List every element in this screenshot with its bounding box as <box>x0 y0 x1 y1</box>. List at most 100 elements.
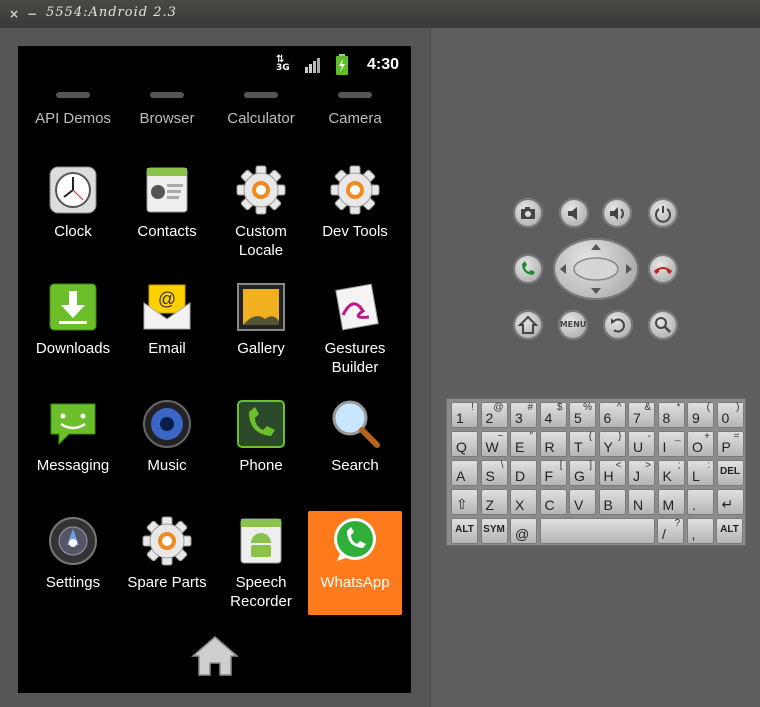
app-phone[interactable]: Phone <box>214 398 308 475</box>
key-label: J <box>633 468 640 484</box>
app-whatsapp[interactable]: WhatsApp <box>308 511 402 615</box>
app-label-partial[interactable]: Browser <box>120 110 214 127</box>
volume-down-button[interactable] <box>559 198 589 228</box>
key-q[interactable]: Q <box>451 431 478 457</box>
key-label: 6 <box>603 410 612 426</box>
settings-icon <box>47 515 99 567</box>
menu-button[interactable]: MENU <box>558 310 588 340</box>
key-t[interactable]: T{ <box>569 431 596 457</box>
key-z[interactable]: Z <box>480 489 508 515</box>
call-button[interactable] <box>513 254 543 284</box>
close-window-button[interactable]: × <box>6 6 22 22</box>
app-speech-recorder[interactable]: Speech Recorder <box>214 515 308 611</box>
app-dev-tools[interactable]: Dev Tools <box>308 164 402 241</box>
app-music[interactable]: Music <box>120 398 214 475</box>
key-comma[interactable]: , <box>686 518 714 544</box>
key-w[interactable]: W ~ <box>480 431 508 457</box>
key-slash[interactable]: /? <box>657 518 684 544</box>
key-1[interactable]: 1! <box>451 402 478 428</box>
key-⇧[interactable]: ⇧ <box>451 489 478 515</box>
app-search[interactable]: Search <box>308 398 402 475</box>
app-label: Downloads <box>35 340 111 357</box>
key-label: 5 <box>574 410 582 426</box>
key-c[interactable]: C <box>539 489 567 515</box>
app-settings[interactable]: Settings <box>26 515 120 592</box>
key-8[interactable]: 8 * <box>657 402 685 428</box>
key-u[interactable]: U- <box>628 431 655 457</box>
app-gestures-builder[interactable]: Gestures Builder <box>308 281 402 377</box>
key-d[interactable]: D <box>510 460 537 486</box>
key-label: E <box>515 439 525 455</box>
volume-up-button[interactable] <box>602 198 632 228</box>
home-icon <box>517 315 539 334</box>
app-label: Dev Tools <box>322 223 388 240</box>
key-x[interactable]: X <box>510 489 537 515</box>
key-.[interactable]: . <box>687 489 714 515</box>
key-label: / <box>662 526 666 542</box>
key-↵[interactable]: ↵ <box>716 489 744 515</box>
key-at[interactable]: @ <box>510 518 537 544</box>
key-k[interactable]: K; <box>657 460 685 486</box>
key-space[interactable] <box>539 518 655 544</box>
key-4[interactable]: 4 $ <box>539 402 567 428</box>
app-custom-locale[interactable]: Custom Locale <box>214 164 308 260</box>
dpad[interactable] <box>553 238 639 300</box>
home-icon[interactable] <box>190 634 240 678</box>
key-s[interactable]: S \ <box>480 460 508 486</box>
camera-button[interactable] <box>513 198 543 228</box>
key-v[interactable]: V <box>569 489 596 515</box>
key-label: M <box>662 497 675 513</box>
app-label-partial[interactable]: Camera <box>308 110 402 127</box>
power-button[interactable] <box>648 198 678 228</box>
key-sym[interactable]: SYM <box>480 518 508 544</box>
app-gallery[interactable]: Gallery <box>214 281 308 358</box>
key-a[interactable]: A <box>451 460 478 486</box>
key-3[interactable]: 3 # <box>510 402 537 428</box>
key-alt[interactable]: ALT <box>451 518 478 544</box>
search-hardware-button[interactable] <box>648 310 678 340</box>
key-alt-right[interactable]: ALT <box>716 518 743 544</box>
gear-icon <box>141 515 193 567</box>
key-m[interactable]: M <box>657 489 685 515</box>
key-y[interactable]: Y} <box>598 431 626 457</box>
key-l[interactable]: L: <box>687 460 714 486</box>
key-5[interactable]: 5% <box>569 402 596 428</box>
key-alt-label: @ <box>493 402 504 413</box>
key-del[interactable]: DEL <box>716 460 744 486</box>
key-h[interactable]: H < <box>598 460 626 486</box>
back-button[interactable] <box>603 310 633 340</box>
app-email[interactable]: @ Email <box>120 281 214 358</box>
app-label: Email <box>148 340 186 357</box>
app-clock[interactable]: Clock <box>26 164 120 241</box>
key-label: ALT <box>720 524 739 535</box>
key-7[interactable]: 7 & <box>628 402 655 428</box>
key-b[interactable]: B <box>598 489 626 515</box>
key-p[interactable]: P = <box>716 431 744 457</box>
key-label: F <box>544 468 554 484</box>
app-label-partial[interactable]: API Demos <box>26 110 120 127</box>
key-e[interactable]: E " <box>510 431 537 457</box>
home-hardware-button[interactable] <box>513 310 543 340</box>
key-j[interactable]: J > <box>628 460 655 486</box>
key-6[interactable]: 6 ^ <box>598 402 626 428</box>
key-2[interactable]: 2 @ <box>480 402 508 428</box>
android-icon <box>235 515 287 567</box>
app-downloads[interactable]: Downloads <box>26 281 120 358</box>
key-o[interactable]: O + <box>687 431 714 457</box>
key-0[interactable]: 0) <box>716 402 744 428</box>
app-contacts[interactable]: Contacts <box>120 164 214 241</box>
search-icon <box>329 398 381 450</box>
key-n[interactable]: N <box>628 489 655 515</box>
key-r[interactable]: R <box>539 431 567 457</box>
minimize-window-button[interactable]: − <box>24 6 40 22</box>
app-label-partial[interactable]: Calculator <box>214 110 308 127</box>
key-alt-label: ~ <box>497 431 504 442</box>
key-f[interactable]: F[ <box>539 460 567 486</box>
app-messaging[interactable]: Messaging <box>26 398 120 475</box>
key-9[interactable]: 9( <box>687 402 714 428</box>
app-spare-parts[interactable]: Spare Parts <box>120 515 214 592</box>
key-i[interactable]: I _ <box>657 431 685 457</box>
end-call-button[interactable] <box>648 254 678 284</box>
key-g[interactable]: G] <box>569 460 596 486</box>
key-label: DEL <box>720 466 740 477</box>
